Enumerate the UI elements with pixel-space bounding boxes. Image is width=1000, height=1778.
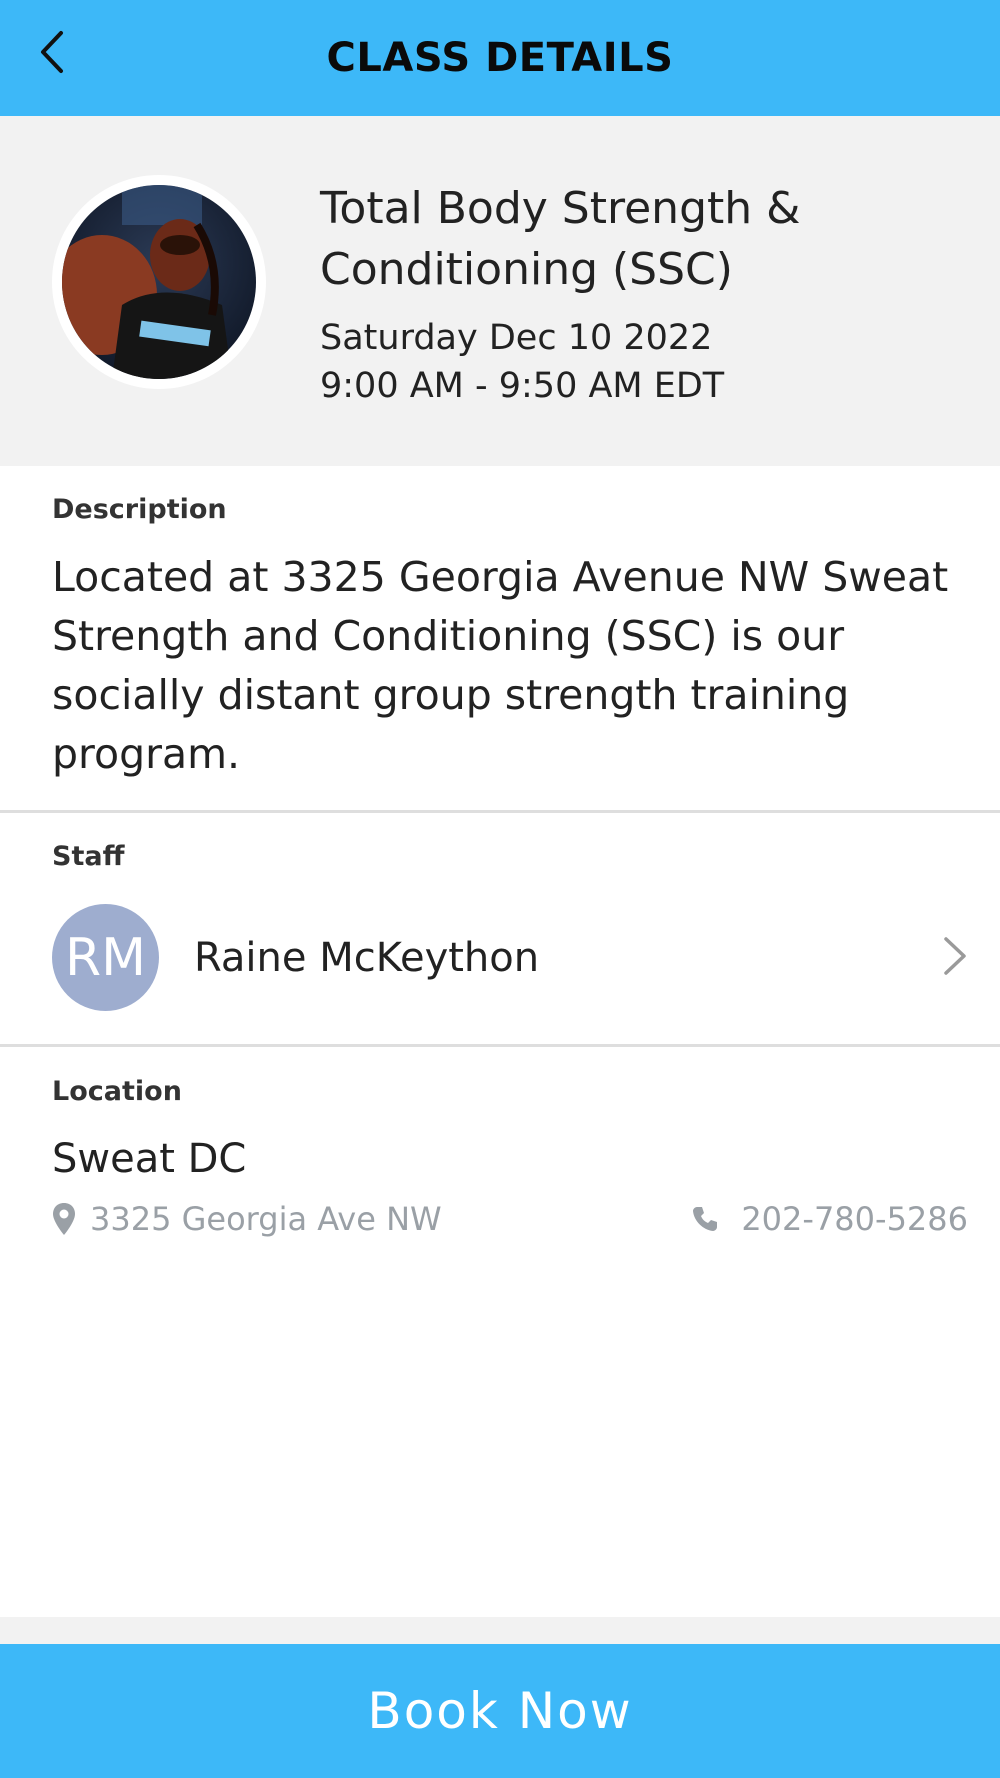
phone-icon	[693, 1207, 718, 1231]
staff-row[interactable]: RM Raine McKeython	[0, 895, 1000, 1020]
app-header: CLASS DETAILS	[0, 0, 1000, 116]
location-address[interactable]: 3325 Georgia Ave NW	[52, 1200, 442, 1238]
book-now-button[interactable]: Book Now	[0, 1644, 1000, 1778]
location-label: Location	[52, 1076, 182, 1107]
location-name: Sweat DC	[52, 1136, 247, 1182]
back-button[interactable]	[22, 22, 82, 82]
class-time: 9:00 AM - 9:50 AM EDT	[320, 366, 725, 406]
class-date: Saturday Dec 10 2022	[320, 318, 713, 358]
staff-name: Raine McKeython	[194, 935, 540, 981]
chevron-right-icon	[944, 937, 966, 975]
class-photo	[52, 175, 266, 389]
map-pin-icon	[53, 1203, 75, 1235]
footer-strip	[0, 1617, 1000, 1644]
chevron-left-icon	[41, 31, 63, 73]
address-text: 3325 Georgia Ave NW	[90, 1200, 442, 1238]
page-title: CLASS DETAILS	[326, 35, 674, 81]
divider	[0, 1044, 1000, 1047]
phone-text: 202-780-5286	[741, 1200, 968, 1238]
description-label: Description	[52, 494, 227, 525]
class-summary: Total Body Strength & Conditioning (SSC)…	[0, 116, 1000, 466]
location-phone[interactable]: 202-780-5286	[691, 1200, 968, 1238]
staff-label: Staff	[52, 841, 125, 872]
description-text: Located at 3325 Georgia Avenue NW Sweat …	[52, 553, 949, 778]
divider	[0, 810, 1000, 813]
staff-avatar: RM	[52, 904, 159, 1011]
class-photo-image	[62, 185, 256, 379]
class-name: Total Body Strength & Conditioning (SSC)	[320, 183, 801, 295]
